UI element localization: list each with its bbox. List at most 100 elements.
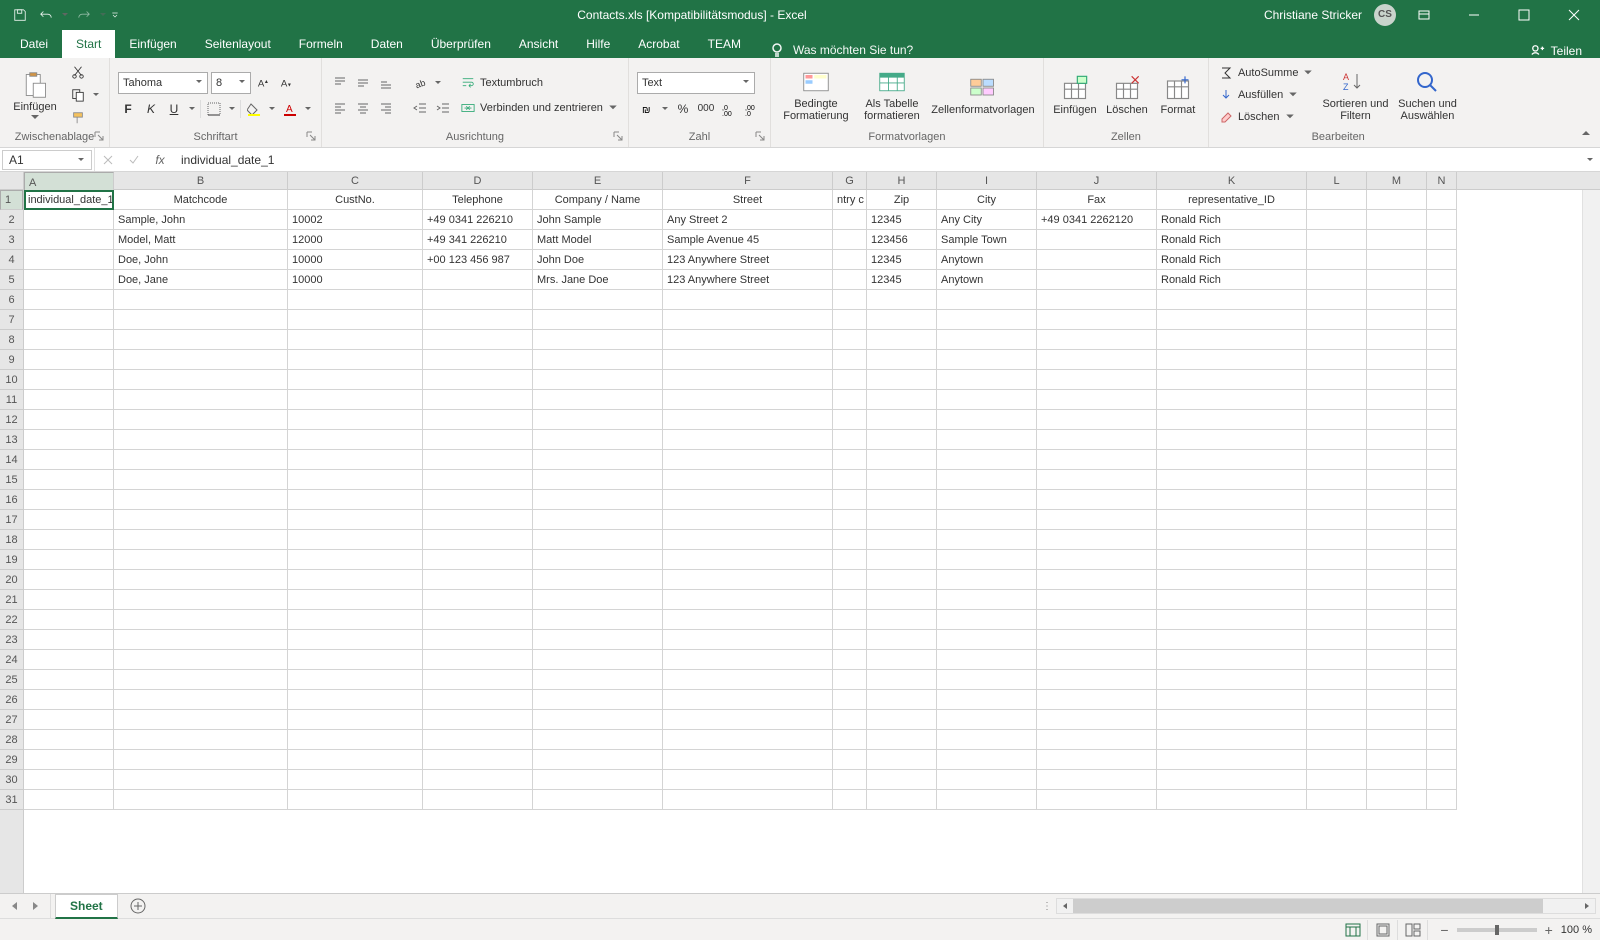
cell[interactable]	[114, 770, 288, 790]
cell[interactable]	[937, 610, 1037, 630]
cell[interactable]	[114, 330, 288, 350]
cell[interactable]	[1367, 290, 1427, 310]
cell[interactable]	[114, 310, 288, 330]
row-header[interactable]: 24	[0, 650, 23, 670]
cell[interactable]	[1367, 690, 1427, 710]
cell[interactable]	[867, 370, 937, 390]
cell[interactable]	[867, 310, 937, 330]
cell[interactable]	[833, 630, 867, 650]
cell[interactable]	[114, 670, 288, 690]
row-header[interactable]: 16	[0, 490, 23, 510]
cell[interactable]	[1367, 210, 1427, 230]
percent-icon[interactable]: %	[673, 99, 693, 119]
cell[interactable]	[663, 490, 833, 510]
cell[interactable]	[1307, 730, 1367, 750]
cell[interactable]	[1367, 570, 1427, 590]
cell[interactable]	[24, 350, 114, 370]
copy-icon[interactable]	[68, 85, 88, 105]
merge-center-button[interactable]: Verbinden und zentrieren	[459, 98, 620, 118]
row-header[interactable]: 15	[0, 470, 23, 490]
cell[interactable]	[1427, 790, 1457, 810]
cell[interactable]	[1367, 430, 1427, 450]
cell[interactable]	[423, 630, 533, 650]
cell[interactable]	[1157, 670, 1307, 690]
cell[interactable]	[24, 790, 114, 810]
cell[interactable]	[288, 670, 423, 690]
column-header[interactable]: E	[533, 172, 663, 189]
cut-icon[interactable]	[68, 62, 88, 82]
cell[interactable]	[663, 690, 833, 710]
cell[interactable]	[867, 570, 937, 590]
row-header[interactable]: 6	[0, 290, 23, 310]
user-name[interactable]: Christiane Stricker	[1264, 8, 1362, 22]
conditional-formatting-button[interactable]: Bedingte Formatierung	[779, 62, 853, 128]
cell[interactable]	[114, 710, 288, 730]
undo-icon[interactable]	[34, 3, 58, 27]
cell[interactable]	[1427, 190, 1457, 210]
cell[interactable]	[1307, 290, 1367, 310]
cell[interactable]	[833, 350, 867, 370]
cell[interactable]	[937, 710, 1037, 730]
cell[interactable]	[288, 690, 423, 710]
cell[interactable]	[663, 510, 833, 530]
cell[interactable]	[1157, 310, 1307, 330]
underline-icon[interactable]: U	[164, 99, 184, 119]
qat-customize-icon[interactable]	[110, 3, 120, 27]
cell[interactable]	[1037, 550, 1157, 570]
cell[interactable]	[24, 310, 114, 330]
format-painter-icon[interactable]	[68, 108, 88, 128]
chevron-down-icon[interactable]	[660, 105, 670, 113]
cell[interactable]	[24, 510, 114, 530]
cell[interactable]	[1307, 510, 1367, 530]
cell[interactable]	[1427, 250, 1457, 270]
cell[interactable]	[833, 330, 867, 350]
row-header[interactable]: 8	[0, 330, 23, 350]
cell[interactable]	[114, 590, 288, 610]
cell[interactable]	[1427, 350, 1457, 370]
cell[interactable]	[867, 470, 937, 490]
row-header[interactable]: 30	[0, 770, 23, 790]
column-header[interactable]: K	[1157, 172, 1307, 189]
cell[interactable]	[1307, 390, 1367, 410]
orientation-icon[interactable]: ab	[410, 73, 430, 93]
dialog-launcher-icon[interactable]	[754, 131, 766, 143]
row-header[interactable]: 12	[0, 410, 23, 430]
column-header[interactable]: D	[423, 172, 533, 189]
cell[interactable]	[114, 610, 288, 630]
column-header[interactable]: C	[288, 172, 423, 189]
cell[interactable]	[663, 650, 833, 670]
cell[interactable]	[1427, 510, 1457, 530]
cell[interactable]	[833, 450, 867, 470]
cell[interactable]	[663, 350, 833, 370]
cell[interactable]	[937, 410, 1037, 430]
scroll-left-icon[interactable]	[1057, 899, 1073, 913]
cell[interactable]	[867, 550, 937, 570]
horizontal-scrollbar[interactable]	[1056, 898, 1596, 914]
cell[interactable]	[663, 370, 833, 390]
cell[interactable]	[288, 330, 423, 350]
cell[interactable]	[24, 710, 114, 730]
scroll-right-icon[interactable]	[1579, 899, 1595, 913]
cell[interactable]	[24, 670, 114, 690]
share-button[interactable]: Teilen	[1513, 44, 1600, 58]
cell[interactable]	[423, 570, 533, 590]
cell[interactable]	[288, 590, 423, 610]
cell[interactable]	[1427, 750, 1457, 770]
cell[interactable]: ntry c	[833, 190, 867, 210]
cell[interactable]	[1157, 530, 1307, 550]
cell[interactable]	[1157, 330, 1307, 350]
collapse-ribbon-icon[interactable]	[1580, 127, 1596, 143]
cell[interactable]	[867, 390, 937, 410]
cell[interactable]	[1367, 450, 1427, 470]
cell[interactable]	[1367, 790, 1427, 810]
cell[interactable]	[1367, 650, 1427, 670]
cell[interactable]	[937, 730, 1037, 750]
cell[interactable]	[114, 410, 288, 430]
cell[interactable]	[533, 310, 663, 330]
paste-button[interactable]: Einfügen	[8, 62, 62, 128]
cell[interactable]: 123456	[867, 230, 937, 250]
name-box[interactable]: A1	[2, 150, 92, 170]
cell[interactable]	[1307, 310, 1367, 330]
cell[interactable]	[533, 470, 663, 490]
cell[interactable]	[867, 430, 937, 450]
